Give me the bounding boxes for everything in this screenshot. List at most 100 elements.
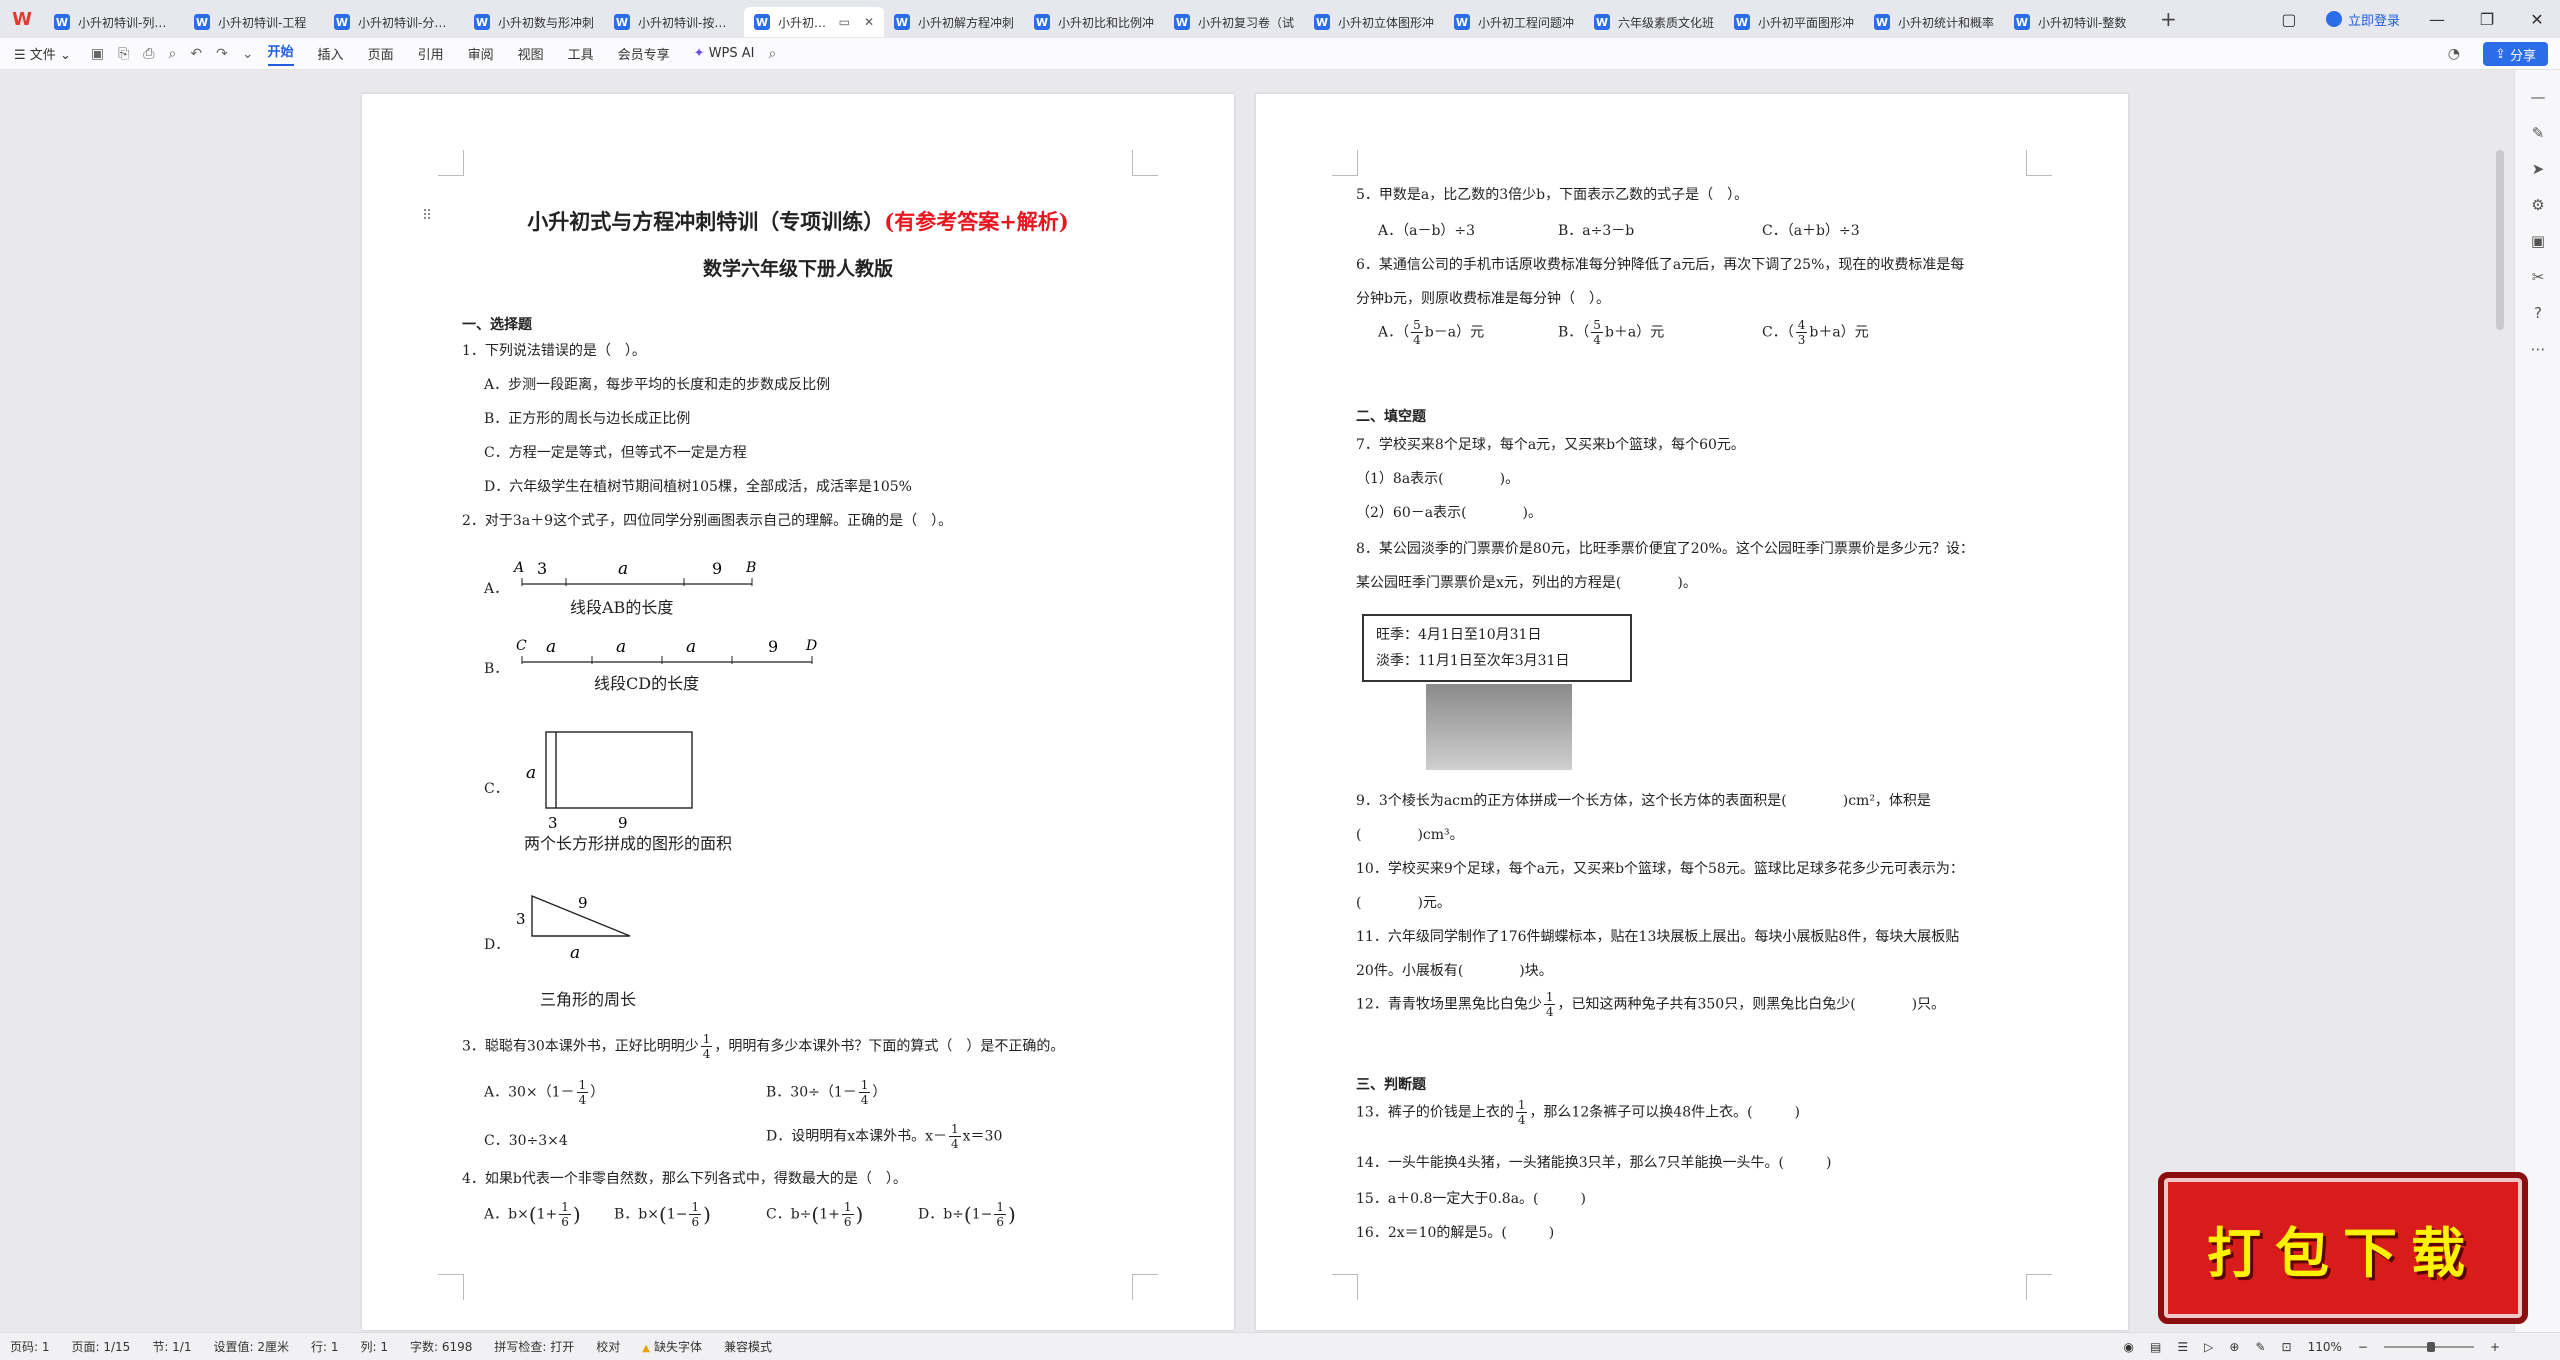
tools-icon[interactable]: ✂ xyxy=(2527,266,2549,288)
save-icon[interactable]: ▣ xyxy=(91,46,104,62)
question-3-option-d: D．设明明有x本课外书。x－ 1 4 x＝30 xyxy=(766,1122,1002,1151)
adjust-settings-icon[interactable]: ⚙ xyxy=(2527,194,2549,216)
more-icon[interactable]: ⋯ xyxy=(2527,338,2549,360)
fraction-denominator: 4 xyxy=(1517,1113,1526,1127)
document-page-2[interactable]: 5．甲数是a，比乙数的3倍少b，下面表示乙数的式子是（ ）。 A．（a－b）÷3… xyxy=(1256,94,2128,1330)
document-tab[interactable]: W 小升初数与形冲刺 xyxy=(464,7,604,37)
option-text: D．设明明有x本课外书。x－ xyxy=(766,1128,948,1145)
fraction-1-6: 16 xyxy=(994,1200,1007,1229)
document-subtitle: 数学六年级下册人教版 xyxy=(702,258,893,280)
option-text-end: b－a）元 xyxy=(1424,324,1485,341)
tab-close-icon[interactable]: ✕ xyxy=(864,15,874,29)
select-cursor-icon[interactable]: ➤ xyxy=(2527,158,2549,180)
share-button[interactable]: ⇪ 分享 xyxy=(2482,42,2548,66)
history-icon[interactable]: ◔ xyxy=(2448,46,2460,62)
question-5-option-b: B．a÷3－b xyxy=(1558,223,1635,239)
zoom-out-icon[interactable]: − xyxy=(2358,1340,2368,1354)
window-layout-icon[interactable]: ▢ xyxy=(2276,10,2302,29)
edit-pen-icon[interactable]: ✎ xyxy=(2527,122,2549,144)
play-icon[interactable]: ▷ xyxy=(2204,1340,2213,1354)
option-one: 1 xyxy=(666,1206,676,1223)
zoom-slider[interactable] xyxy=(2383,1342,2474,1352)
tab-label: 六年级素质文化班 xyxy=(1618,15,1714,30)
document-tab[interactable]: W 小升初平面图形冲 xyxy=(1724,7,1864,37)
undo-icon[interactable]: ↶ xyxy=(190,46,202,62)
download-package-button[interactable]: 打包下载 xyxy=(2158,1172,2528,1324)
menu-tab-member[interactable]: 会员专享 xyxy=(618,44,670,63)
word-doc-icon: W xyxy=(194,14,210,30)
share-icon: ⇪ xyxy=(2494,46,2506,62)
search-icon[interactable]: ⌕ xyxy=(769,46,777,62)
help-icon[interactable]: ? xyxy=(2527,302,2549,324)
document-workspace[interactable]: ⠿ 小升初式与方程冲刺特训（专项训练）(有参考答案+解析) 数学六年级下册人教版… xyxy=(0,70,2514,1332)
document-tab[interactable]: W 小升初式与 ▭ ✕ xyxy=(744,7,884,37)
pen-icon[interactable]: ✎ xyxy=(2255,1340,2265,1354)
status-pages[interactable]: 页面: 1/15 xyxy=(72,1338,131,1355)
document-tab[interactable]: W 六年级素质文化班 xyxy=(1584,7,1724,37)
zoom-level[interactable]: 110% xyxy=(2308,1340,2342,1354)
more-quick-actions-icon[interactable]: ⌄ xyxy=(242,46,254,62)
segment-label-a: a xyxy=(618,559,628,579)
document-tab[interactable]: W 小升初统计和概率 xyxy=(1864,7,2004,37)
redo-icon[interactable]: ↷ xyxy=(216,46,228,62)
question-4-option-b: B．b×(1− 1 6) xyxy=(614,1200,711,1229)
fit-page-icon[interactable]: ⊡ xyxy=(2282,1340,2292,1354)
status-page[interactable]: 页码: 1 xyxy=(10,1338,50,1355)
status-word-count[interactable]: 字数: 6198 xyxy=(410,1338,472,1355)
menu-tab-reference[interactable]: 引用 xyxy=(418,44,444,63)
menu-tab-view[interactable]: 视图 xyxy=(518,44,544,63)
option-text-end: b＋a）元 xyxy=(1604,324,1665,341)
menu-tab-home[interactable]: 开始 xyxy=(267,41,294,66)
zoom-slider-knob[interactable] xyxy=(2427,1342,2436,1352)
fraction-numerator: 1 xyxy=(1515,1098,1528,1113)
page-view-icon[interactable]: ▤ xyxy=(2150,1340,2161,1354)
document-tab[interactable]: W 小升初比和比例冲 xyxy=(1024,7,1164,37)
document-page-1[interactable]: ⠿ 小升初式与方程冲刺特训（专项训练）(有参考答案+解析) 数学六年级下册人教版… xyxy=(362,94,1234,1330)
vertical-scrollbar[interactable] xyxy=(2496,150,2504,330)
print-preview-icon[interactable]: ⌕ xyxy=(168,46,176,62)
question-1-option-d: D．六年级学生在植树节期间植树105棵，全部成活，成活率是105% xyxy=(484,479,912,495)
minimize-icon[interactable]: — xyxy=(2424,10,2450,29)
zoom-in-icon[interactable]: + xyxy=(2490,1340,2500,1354)
wps-ai-button[interactable]: ✦ WPS AI xyxy=(694,46,755,61)
document-tab[interactable]: W 小升初解方程冲刺 xyxy=(884,7,1024,37)
menu-tab-review[interactable]: 审阅 xyxy=(468,44,494,63)
document-tab[interactable]: W 小升初特训-整数 xyxy=(2004,7,2144,37)
document-tab[interactable]: W 小升初特训-按比分 xyxy=(604,7,744,37)
word-doc-icon: W xyxy=(1174,14,1190,30)
status-missing-font[interactable]: 缺失字体 xyxy=(642,1338,702,1355)
triangle-side-3-label: 3 xyxy=(516,910,526,928)
status-spell-check[interactable]: 拼写检查: 打开 xyxy=(494,1338,574,1355)
document-tab[interactable]: W 小升初立体图形冲 xyxy=(1304,7,1444,37)
login-button[interactable]: 立即登录 xyxy=(2325,10,2400,29)
new-tab-icon[interactable]: + xyxy=(2160,7,2177,31)
question-1-option-a: A．步测一段距离，每步平均的长度和走的步数成反比例 xyxy=(484,377,831,393)
menu-tab-tools[interactable]: 工具 xyxy=(568,44,594,63)
fraction-numerator: 1 xyxy=(689,1200,702,1215)
question-1: 1．下列说法错误的是（ ）。 xyxy=(462,343,646,359)
eye-protection-icon[interactable]: ◉ xyxy=(2124,1340,2134,1354)
close-window-icon[interactable]: ✕ xyxy=(2524,10,2550,29)
image-tools-icon[interactable]: ▣ xyxy=(2527,230,2549,252)
document-tab[interactable]: W 小升初特训-列方程 xyxy=(44,7,184,37)
web-view-icon[interactable]: ⊕ xyxy=(2229,1340,2239,1354)
document-tab[interactable]: W 小升初特训-工程 xyxy=(184,7,324,37)
menu-tab-insert[interactable]: 插入 xyxy=(318,44,344,63)
document-tab[interactable]: W 小升初特训-分数百 xyxy=(324,7,464,37)
export-pdf-icon[interactable]: ⎘ xyxy=(118,46,129,62)
status-proofread[interactable]: 校对 xyxy=(596,1338,620,1355)
tab-label: 小升初特训-按比分 xyxy=(638,15,734,30)
document-tab[interactable]: W 小升初复习卷（试 xyxy=(1164,7,1304,37)
document-tab[interactable]: W 小升初工程问题冲 xyxy=(1444,7,1584,37)
collapse-icon[interactable]: — xyxy=(2527,86,2549,108)
file-menu[interactable]: ☰ 文件 ⌄ xyxy=(14,44,71,63)
print-icon[interactable]: ⎙ xyxy=(143,46,154,62)
tab-screen-icon[interactable]: ▭ xyxy=(839,15,850,29)
question-10-line-1: 10．学校买来9个足球，每个a元，又买来b个篮球，每个58元。篮球比足球多花多少… xyxy=(1356,861,1964,877)
peak-season-text: 旺季：4月1日至10月31日 xyxy=(1376,627,1542,643)
outline-view-icon[interactable]: ☰ xyxy=(2177,1340,2188,1354)
wps-logo-icon[interactable]: W xyxy=(0,0,44,38)
tab-label: 小升初工程问题冲 xyxy=(1478,15,1574,30)
restore-icon[interactable]: ❐ xyxy=(2474,10,2500,29)
menu-tab-page[interactable]: 页面 xyxy=(368,44,394,63)
